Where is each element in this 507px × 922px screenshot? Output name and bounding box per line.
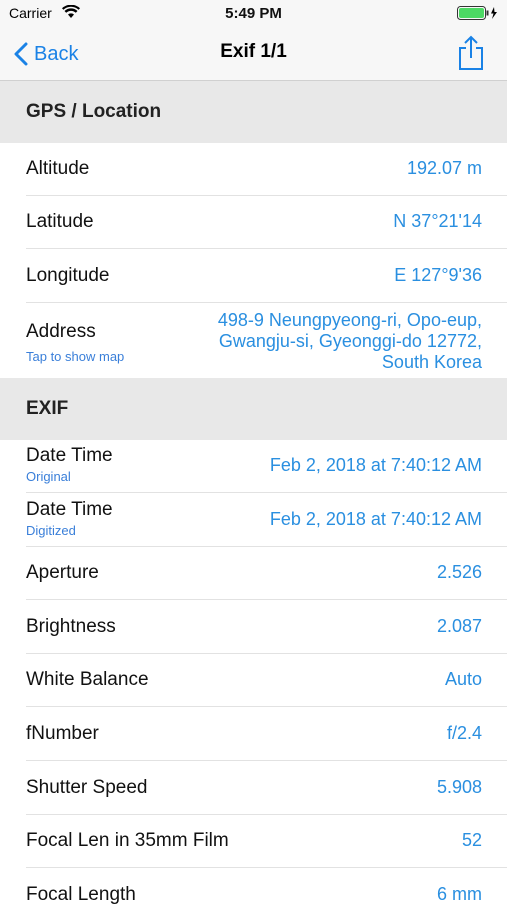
- address-line: South Korea: [381, 352, 482, 372]
- row-value: 5.908: [436, 777, 482, 797]
- row-value: Feb 2, 2018 at 7:40:12 AM: [269, 455, 482, 475]
- row-value: Feb 2, 2018 at 7:40:12 AM: [269, 509, 482, 529]
- show-map-link[interactable]: Tap to show map: [26, 349, 124, 364]
- row-label: White Balance: [26, 669, 149, 690]
- row-brightness[interactable]: Brightness 2.087: [0, 601, 507, 654]
- row-separator: [26, 599, 507, 600]
- row-label: Shutter Speed: [26, 777, 148, 798]
- row-value: 2.526: [436, 562, 482, 582]
- row-label: Date Time: [26, 499, 113, 520]
- row-latitude[interactable]: Latitude N 37°21'14: [0, 196, 507, 249]
- row-label: Longitude: [26, 265, 110, 286]
- row-separator: [26, 248, 507, 249]
- page-title: Exif 1/1: [220, 41, 287, 62]
- row-label: Date Time: [26, 445, 113, 466]
- row-sublabel: Digitized: [26, 523, 76, 538]
- row-focal-length[interactable]: Focal Length 6 mm: [0, 869, 507, 922]
- row-aperture[interactable]: Aperture 2.526: [0, 547, 507, 600]
- row-focal-len-35mm[interactable]: Focal Len in 35mm Film 52: [0, 815, 507, 868]
- row-shutter-speed[interactable]: Shutter Speed 5.908: [0, 762, 507, 815]
- row-value: 192.07 m: [406, 158, 482, 178]
- row-separator: [26, 760, 507, 761]
- row-value: 52: [461, 830, 482, 850]
- battery-icon: [457, 6, 499, 25]
- row-altitude[interactable]: Altitude 192.07 m: [0, 143, 507, 196]
- address-value: 498-9 Neungpyeong-ri, Opo-eup, Gwangju-s…: [162, 310, 482, 373]
- row-label: Address: [26, 321, 96, 342]
- row-label: fNumber: [26, 723, 99, 744]
- row-label: Latitude: [26, 211, 94, 232]
- row-label: Brightness: [26, 616, 116, 637]
- row-white-balance[interactable]: White Balance Auto: [0, 654, 507, 707]
- row-value: 2.087: [436, 616, 482, 636]
- row-separator: [26, 706, 507, 707]
- section-header-exif: EXIF: [0, 378, 507, 440]
- status-bar: Carrier 5:49 PM: [0, 0, 507, 28]
- address-line: Gwangju-si, Gyeonggi-do 12772,: [218, 331, 482, 351]
- row-value: Auto: [444, 669, 482, 689]
- row-value: 6 mm: [437, 884, 482, 904]
- row-value: N 37°21'14: [393, 211, 482, 231]
- address-line: 498-9 Neungpyeong-ri, Opo-eup,: [217, 310, 482, 330]
- row-separator: [26, 492, 507, 493]
- section-title: EXIF: [26, 398, 69, 419]
- row-label: Aperture: [26, 562, 99, 583]
- row-separator: [26, 867, 507, 868]
- section-header-gps: GPS / Location: [0, 81, 507, 143]
- row-date-time-original[interactable]: Date Time Original Feb 2, 2018 at 7:40:1…: [0, 440, 507, 493]
- navigation-bar: Back Exif 1/1: [0, 28, 507, 81]
- section-title: GPS / Location: [26, 101, 162, 122]
- row-value: E 127°9'36: [394, 265, 482, 285]
- row-fnumber[interactable]: fNumber f/2.4: [0, 708, 507, 761]
- row-sublabel: Original: [26, 469, 71, 484]
- row-label: Altitude: [26, 158, 90, 179]
- share-icon: [459, 35, 483, 70]
- row-label: Focal Len in 35mm Film: [26, 830, 229, 851]
- row-value: f/2.4: [446, 723, 482, 743]
- row-address[interactable]: Address Tap to show map 498-9 Neungpyeon…: [0, 304, 507, 378]
- row-separator: [26, 302, 507, 303]
- row-date-time-digitized[interactable]: Date Time Digitized Feb 2, 2018 at 7:40:…: [0, 494, 507, 547]
- row-longitude[interactable]: Longitude E 127°9'36: [0, 250, 507, 303]
- share-button[interactable]: [457, 34, 485, 77]
- row-label: Focal Length: [26, 884, 136, 905]
- status-time: 5:49 PM: [225, 5, 282, 22]
